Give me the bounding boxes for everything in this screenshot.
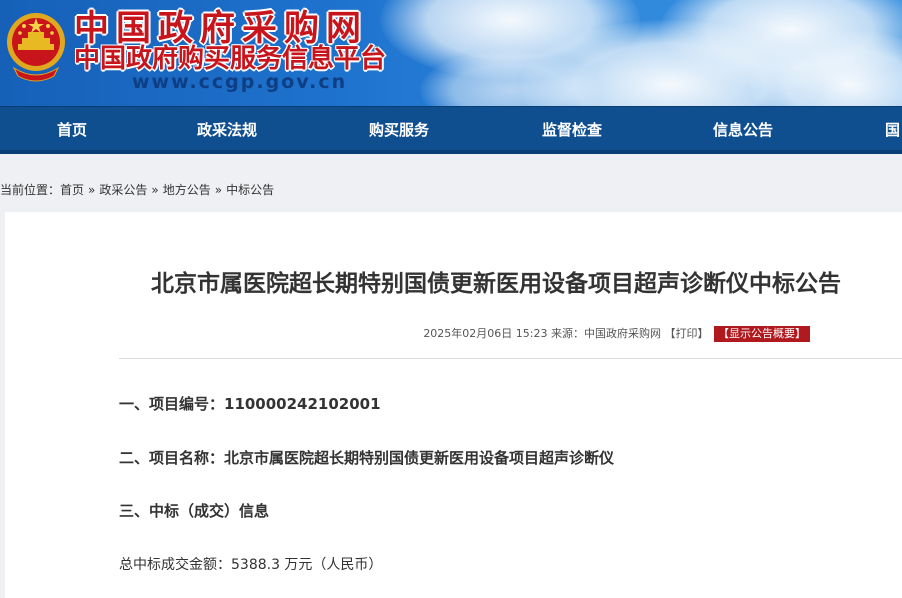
breadcrumb-procurement-notices[interactable]: 政采公告 bbox=[99, 183, 147, 197]
show-summary-button[interactable]: 【显示公告概要】 bbox=[714, 326, 810, 342]
nav-item-purchase-services[interactable]: 购买服务 bbox=[369, 107, 429, 153]
source-label: 来源： bbox=[551, 327, 584, 340]
breadcrumb-separator: » bbox=[214, 183, 223, 197]
breadcrumb-award-notices[interactable]: 中标公告 bbox=[226, 183, 274, 197]
breadcrumb: 当前位置：首页» 政采公告» 地方公告» 中标公告 bbox=[0, 176, 274, 204]
article-panel: 北京市属医院超长期特别国债更新医用设备项目超声诊断仪中标公告 2025年02月0… bbox=[5, 212, 902, 598]
nav-item-announcements[interactable]: 信息公告 bbox=[713, 107, 773, 153]
site-name: 中国政府采购网 bbox=[74, 9, 369, 49]
breadcrumb-home[interactable]: 首页 bbox=[60, 183, 84, 197]
site-banner: 中国政府采购网 中国政府购买服务信息平台 www.ccgp.gov.cn bbox=[0, 0, 902, 106]
source-name: 中国政府采购网 bbox=[584, 327, 661, 340]
section-project-number: 一、项目编号：110000242102001 bbox=[119, 395, 381, 413]
article-title: 北京市属医院超长期特别国债更新医用设备项目超声诊断仪中标公告 bbox=[151, 271, 841, 297]
breadcrumb-separator: » bbox=[88, 183, 96, 197]
breadcrumb-local-notices[interactable]: 地方公告 bbox=[163, 183, 211, 197]
section-project-name: 二、项目名称：北京市属医院超长期特别国债更新医用设备项目超声诊断仪 bbox=[119, 449, 615, 467]
nav-item-regulations[interactable]: 政采法规 bbox=[197, 107, 257, 153]
nav-item-home[interactable]: 首页 bbox=[57, 107, 87, 153]
print-link[interactable]: 【打印】 bbox=[665, 327, 709, 340]
breadcrumb-separator: » bbox=[151, 183, 159, 197]
total-award-amount: 总中标成交金额：5388.3 万元（人民币） bbox=[119, 557, 383, 573]
national-emblem-icon bbox=[7, 13, 65, 82]
section-award-info: 三、中标（成交）信息 bbox=[119, 502, 270, 520]
divider bbox=[119, 358, 902, 359]
article-meta: 2025年02月06日 15:23 来源：中国政府采购网 【打印】 【显示公告概… bbox=[5, 325, 810, 343]
nav-item-supervision[interactable]: 监督检查 bbox=[542, 107, 602, 153]
nav-item-more[interactable]: 国 bbox=[885, 107, 900, 153]
publish-datetime: 2025年02月06日 15:23 bbox=[423, 327, 548, 340]
site-url: www.ccgp.gov.cn bbox=[132, 71, 348, 93]
breadcrumb-prefix: 当前位置： bbox=[0, 183, 61, 197]
main-nav: 首页 政采法规 购买服务 监督检查 信息公告 国 bbox=[0, 106, 902, 154]
